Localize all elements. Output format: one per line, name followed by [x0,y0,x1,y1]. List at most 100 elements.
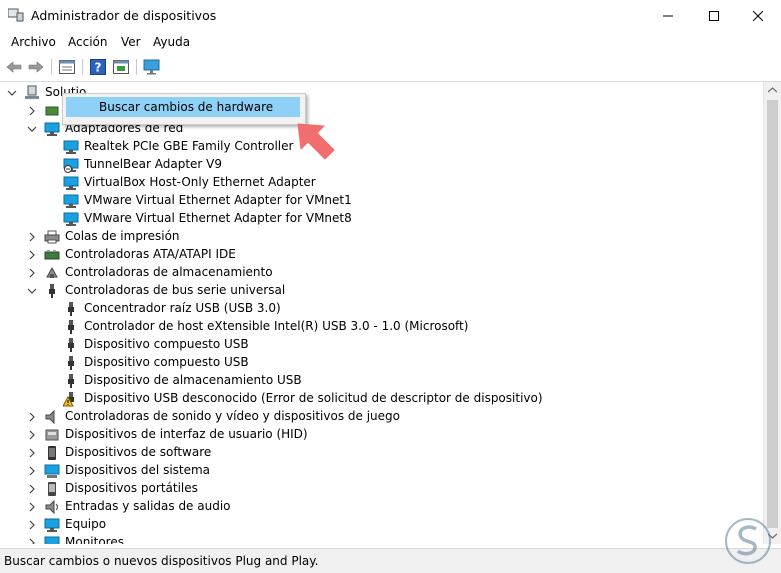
collapse-chevron-icon[interactable] [27,124,37,134]
tree-device-row[interactable]: Concentrador raíz USB (USB 3.0) [0,300,760,318]
tree-category-row[interactable]: Controladoras de bus serie universal [0,282,760,300]
expand-chevron-icon[interactable] [27,448,37,458]
maximize-button[interactable] [691,0,737,31]
tree-category-row[interactable]: Controladoras ATA/ATAPI IDE [0,246,760,264]
tree-category-row[interactable]: Dispositivos portátiles [0,480,760,498]
context-item-label: Buscar cambios de hardware [99,100,274,114]
ide-controller-icon [44,247,60,263]
title-bar: Administrador de dispositivos [0,0,781,31]
status-text: Buscar cambios o nuevos dispositivos Plu… [4,554,319,568]
tree-row-label: Colas de impresión [65,229,180,243]
toolbar-separator [51,59,52,75]
expand-chevron-icon[interactable] [27,466,37,476]
tree-category-row[interactable]: Monitores [0,534,760,544]
toolbar-separator [136,59,137,75]
portable-device-icon [44,481,60,497]
tree-category-row[interactable]: Dispositivos del sistema [0,462,760,480]
expand-chevron-icon[interactable] [27,484,37,494]
tree-device-row[interactable]: VMware Virtual Ethernet Adapter for VMne… [0,192,760,210]
expand-chevron-icon[interactable] [27,232,37,242]
tree-category-row[interactable]: Equipo [0,516,760,534]
expand-chevron-icon[interactable] [27,106,37,116]
tree-device-row[interactable]: Dispositivo USB desconocido (Error de so… [0,390,760,408]
tree-row-label: TunnelBear Adapter V9 [84,157,223,171]
warning-icon [63,391,79,407]
speaker-icon [44,409,60,425]
status-bar: Buscar cambios o nuevos dispositivos Plu… [0,548,781,573]
network-adapter-icon [44,121,60,137]
vertical-scrollbar[interactable] [763,82,781,544]
tree-category-row[interactable]: Dispositivos de software [0,444,760,462]
tree-row-label: Dispositivo compuesto USB [84,355,249,369]
network-adapter-icon [63,193,79,209]
audio-device-icon [44,103,60,119]
tree-device-row[interactable]: Dispositivo compuesto USB [0,354,760,372]
tree-row-label: Concentrador raíz USB (USB 3.0) [84,301,281,315]
tree-category-row[interactable]: Colas de impresión [0,228,760,246]
printer-icon [44,229,60,245]
device-manager-icon [7,8,24,22]
network-adapter-icon [63,175,79,191]
tree-device-row[interactable]: Controlador de host eXtensible Intel(R) … [0,318,760,336]
usb-icon [63,355,79,371]
tree-row-label: Monitores [65,535,124,544]
tree-device-row[interactable]: TunnelBear Adapter V9 [0,156,760,174]
properties-icon[interactable] [58,58,76,75]
tree-row-label: Equipo [65,517,107,531]
help-icon[interactable]: ? [89,58,107,75]
menu-archivo[interactable]: Archivo [11,35,56,49]
tree-row-label: VMware Virtual Ethernet Adapter for VMne… [84,193,352,207]
usb-icon [63,301,79,317]
tree-row-label: Controladoras de sonido y vídeo y dispos… [65,409,400,423]
usb-icon [63,319,79,335]
tree-category-row[interactable]: Entradas y salidas de audio [0,498,760,516]
expand-chevron-icon[interactable] [27,520,37,530]
tree-category-row[interactable]: Dispositivos de interfaz de usuario (HID… [0,426,760,444]
device-tree: Solutio Adaptadores de red Realtek PCIe G… [0,82,763,544]
tree-device-row[interactable]: Dispositivo compuesto USB [0,336,760,354]
menu-bar: Archivo Acción Ver Ayuda [0,31,781,53]
expand-chevron-icon[interactable] [27,250,37,260]
menu-ver[interactable]: Ver [121,35,141,49]
watermark-logo-icon [725,518,771,564]
scrollbar-thumb[interactable] [767,100,778,528]
tree-row-label: Dispositivos de software [65,445,212,459]
network-adapter-icon [63,139,79,155]
tree-device-row[interactable]: VMware Virtual Ethernet Adapter for VMne… [0,210,760,228]
toolbar: ? [0,53,781,82]
tree-row-label: Controlador de host eXtensible Intel(R) … [84,319,469,333]
tree-row-label: Dispositivo compuesto USB [84,337,249,351]
menu-ayuda[interactable]: Ayuda [153,35,190,49]
software-device-icon [44,445,60,461]
network-adapter-icon [63,211,79,227]
tree-category-row[interactable]: Controladoras de almacenamiento [0,264,760,282]
usb-icon [44,283,60,299]
context-item-scan-hardware[interactable]: Buscar cambios de hardware [66,97,300,117]
tree-row-label: Dispositivo de almacenamiento USB [84,373,302,387]
minimize-button[interactable] [645,0,691,31]
tree-row-label: Realtek PCIe GBE Family Controller [84,139,294,153]
collapse-chevron-icon[interactable] [27,286,37,296]
close-button[interactable] [735,0,781,31]
tree-row-label: Dispositivos de interfaz de usuario (HID… [65,427,308,441]
tree-device-row[interactable]: Realtek PCIe GBE Family Controller [0,138,760,156]
context-menu: Buscar cambios de hardware [62,93,306,125]
monitor-scan-icon[interactable] [143,58,161,75]
back-arrow-icon[interactable] [5,58,23,75]
expand-chevron-icon[interactable] [27,412,37,422]
expand-chevron-icon[interactable] [27,502,37,512]
system-device-icon [44,463,60,479]
expand-chevron-icon[interactable] [27,430,37,440]
tree-row-label: Controladoras de almacenamiento [65,265,273,279]
tree-category-row[interactable]: Controladoras de sonido y vídeo y dispos… [0,408,760,426]
update-driver-icon[interactable] [112,58,130,75]
toolbar-separator [82,59,83,75]
menu-accion[interactable]: Acción [68,35,107,49]
expand-chevron-icon[interactable] [27,538,37,544]
tree-device-row[interactable]: VirtualBox Host-Only Ethernet Adapter [0,174,760,192]
tree-device-row[interactable]: Dispositivo de almacenamiento USB [0,372,760,390]
expand-chevron-icon[interactable] [27,268,37,278]
forward-arrow-icon[interactable] [27,58,45,75]
collapse-chevron-icon[interactable] [7,88,17,98]
scroll-up-arrow-icon[interactable] [768,87,777,93]
